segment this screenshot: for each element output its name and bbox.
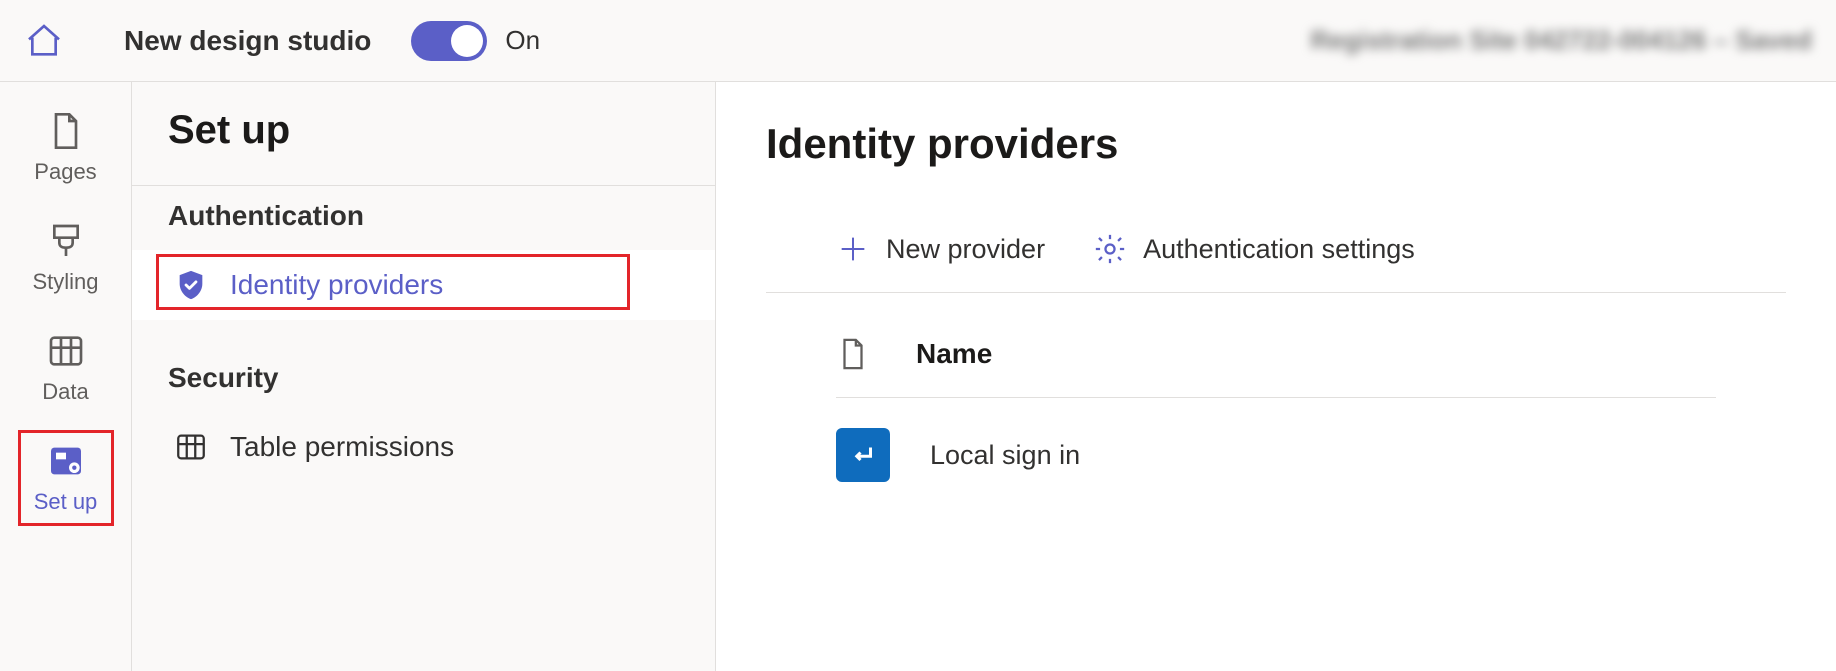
design-toggle-state: On (505, 25, 540, 56)
nav-item-table-permissions[interactable]: Table permissions (132, 412, 715, 482)
rail-item-data[interactable]: Data (18, 320, 114, 416)
plus-icon (836, 232, 870, 266)
design-toggle[interactable] (411, 21, 487, 61)
design-toggle-group: On (411, 21, 540, 61)
new-provider-button[interactable]: New provider (836, 232, 1045, 266)
cmd-label: New provider (886, 234, 1045, 265)
section-authentication: Authentication (132, 186, 715, 250)
gear-icon (1093, 232, 1127, 266)
table-icon (174, 430, 208, 464)
setup-icon (46, 441, 86, 481)
rail-item-label: Data (42, 379, 88, 405)
studio-title: New design studio (124, 25, 371, 57)
nav-item-label: Identity providers (230, 269, 443, 301)
row-name: Local sign in (930, 440, 1080, 471)
rail-item-label: Set up (34, 489, 98, 515)
providers-table: Name Local sign in (766, 293, 1786, 482)
content-area: Identity providers New provider Authenti… (716, 82, 1836, 671)
nav-item-identity-providers[interactable]: Identity providers (132, 250, 715, 320)
file-icon (836, 337, 870, 371)
table-icon (46, 331, 86, 371)
rail-item-label: Pages (34, 159, 96, 185)
enter-arrow-icon (848, 440, 878, 470)
local-signin-icon (836, 428, 890, 482)
rail-item-styling[interactable]: Styling (18, 210, 114, 306)
home-icon[interactable] (24, 21, 64, 61)
rail-item-label: Styling (32, 269, 98, 295)
rail-item-pages[interactable]: Pages (18, 100, 114, 196)
left-rail: Pages Styling Data Set up (0, 82, 132, 671)
section-security: Security (132, 320, 715, 412)
page-title: Identity providers (766, 120, 1786, 168)
setup-panel: Set up Authentication Identity providers… (132, 82, 716, 671)
nav-item-label: Table permissions (230, 431, 454, 463)
rail-item-setup[interactable]: Set up (18, 430, 114, 526)
brush-icon (46, 221, 86, 261)
page-icon (46, 111, 86, 151)
column-name: Name (916, 338, 992, 370)
shield-check-icon (174, 268, 208, 302)
topbar: New design studio On Registration Site 0… (0, 0, 1836, 82)
save-status: Registration Site 042722-004126 – Saved (1310, 25, 1812, 56)
table-row[interactable]: Local sign in (836, 398, 1716, 482)
auth-settings-button[interactable]: Authentication settings (1093, 232, 1415, 266)
cmd-label: Authentication settings (1143, 234, 1415, 265)
panel-title: Set up (132, 108, 715, 185)
table-header: Name (836, 337, 1716, 398)
command-bar: New provider Authentication settings (766, 216, 1786, 293)
